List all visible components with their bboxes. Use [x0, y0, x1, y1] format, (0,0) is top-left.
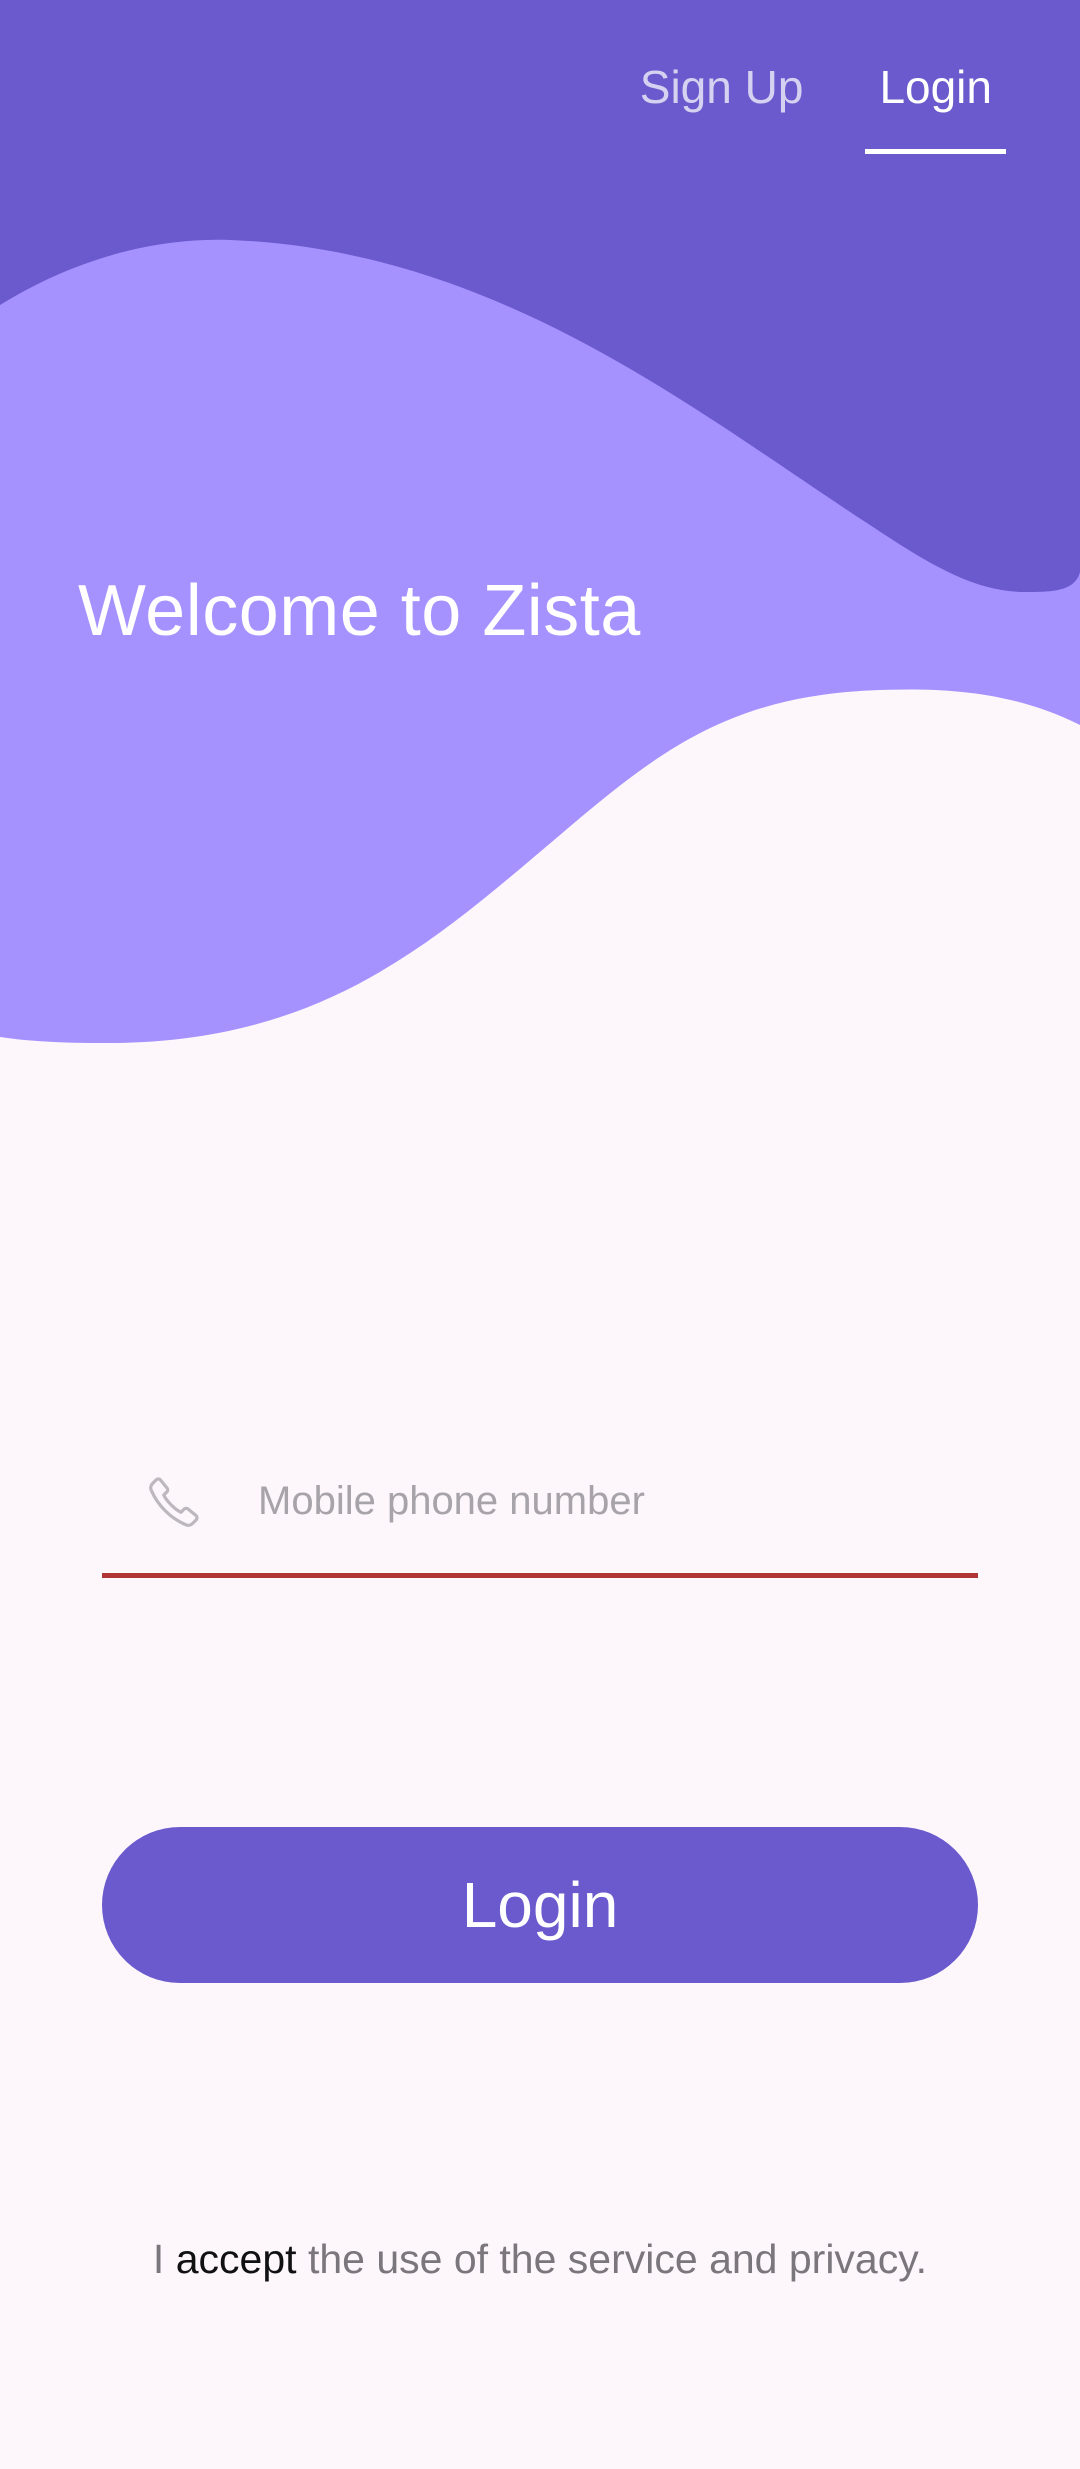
login-button[interactable]: Login [102, 1827, 978, 1983]
phone-input[interactable] [258, 1479, 878, 1524]
auth-tabs: Sign Up Login [626, 60, 1006, 154]
terms-text: I accept the use of the service and priv… [0, 2236, 1080, 2283]
tab-sign-up[interactable]: Sign Up [626, 60, 818, 154]
terms-prefix: I [152, 2236, 165, 2282]
terms-suffix: the use of the service and privacy. [307, 2236, 928, 2282]
header-wave-background [0, 0, 1080, 1100]
tab-sign-up-label: Sign Up [639, 61, 804, 113]
phone-icon [149, 1476, 199, 1527]
page-title: Welcome to Zista [78, 571, 641, 651]
phone-field[interactable] [102, 1440, 978, 1578]
terms-accept-link[interactable]: accept [176, 2236, 297, 2282]
tab-login-label: Login [879, 61, 992, 113]
active-tab-indicator [865, 149, 1006, 154]
login-screen: Sign Up Login Welcome to Zista Login I a… [0, 0, 1080, 2469]
tab-login[interactable]: Login [865, 60, 1006, 154]
